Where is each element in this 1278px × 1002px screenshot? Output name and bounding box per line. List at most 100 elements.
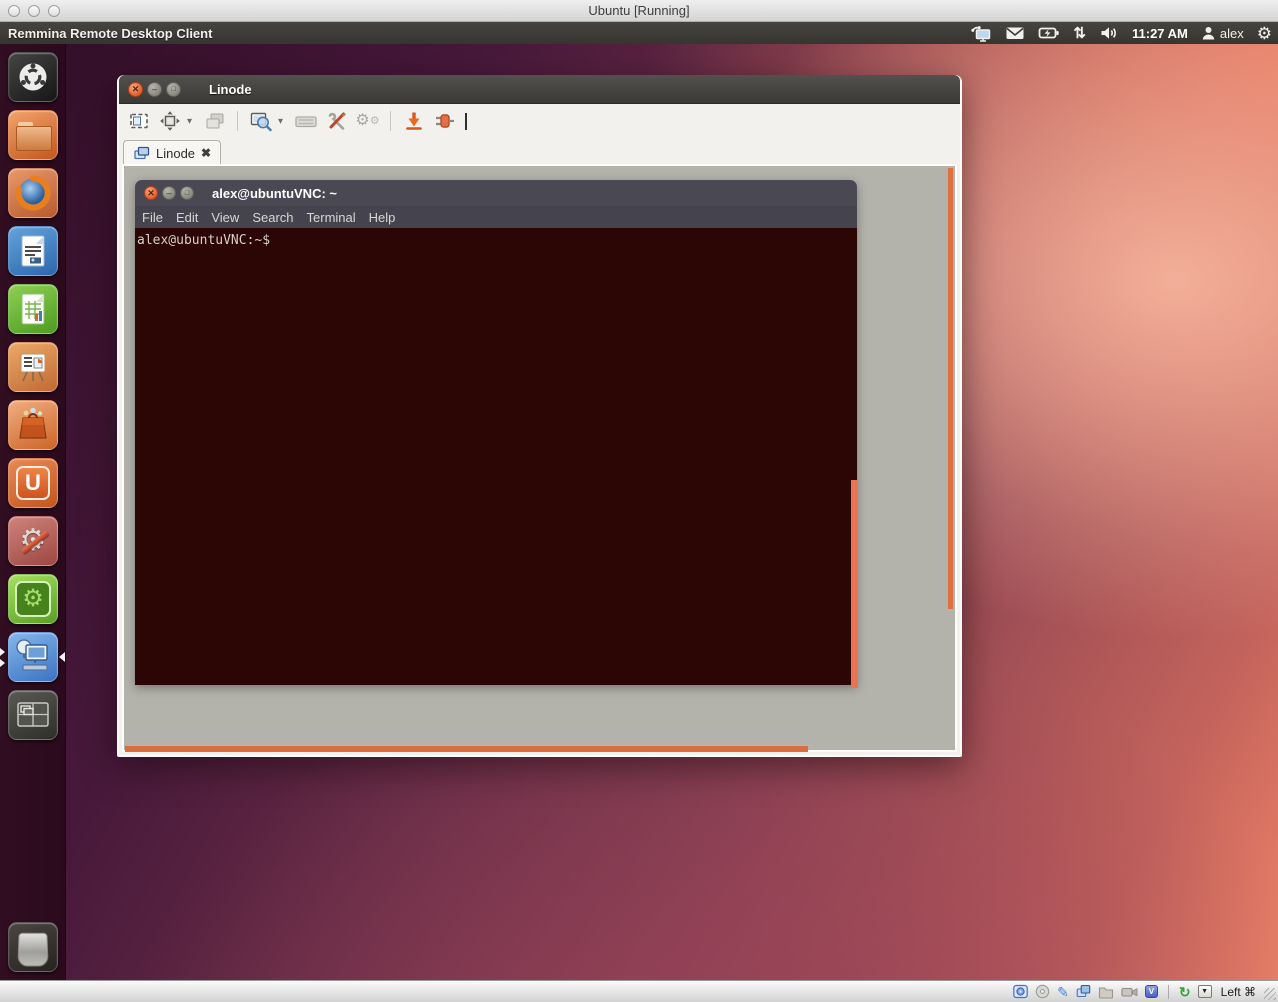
menu-search[interactable]: Search — [252, 210, 293, 225]
disconnect-plug-icon — [433, 110, 457, 132]
launcher-item-workspace-switcher[interactable] — [8, 690, 58, 740]
remmina-titlebar[interactable]: ✕ – □ Linode — [119, 75, 960, 104]
duplicate-connection-icon — [204, 110, 226, 132]
window-resize-grip[interactable] — [1264, 988, 1276, 1000]
remmina-focused-indicator — [54, 652, 65, 662]
terminal-maximize-button[interactable]: □ — [180, 186, 194, 200]
terminal-content[interactable]: alex@ubuntuVNC:~$ — [135, 228, 857, 685]
ubuntu-top-panel: Remmina Remote Desktop Client — [0, 22, 1278, 44]
duplicate-connection-button[interactable] — [201, 108, 228, 135]
host-key-label: Left ⌘ — [1221, 985, 1256, 999]
user-menu[interactable]: alex — [1201, 25, 1244, 41]
window-minimize-button[interactable]: – — [147, 82, 162, 97]
remote-desktop-viewport[interactable]: ✕ – □ alex@ubuntuVNC: ~ File Edit View S… — [122, 164, 957, 752]
scaled-options-caret[interactable]: ▾ — [278, 116, 288, 127]
redraw-artifact-right-edge — [948, 168, 953, 609]
launcher-item-dash-home[interactable] — [8, 52, 58, 102]
user-name: alex — [1220, 26, 1244, 41]
preferences-button[interactable]: ⚙⚙ — [354, 108, 381, 135]
redraw-artifact-terminal-edge — [851, 480, 858, 688]
fullscreen-icon — [159, 110, 181, 132]
user-icon — [1201, 25, 1216, 41]
remmina-running-indicator — [0, 648, 9, 667]
vm-window-title: Ubuntu [Running] — [0, 3, 1278, 18]
pull-down-button[interactable] — [400, 108, 427, 135]
shared-folders-icon[interactable] — [1098, 985, 1114, 999]
menu-terminal[interactable]: Terminal — [307, 210, 356, 225]
desktop-screen: Ubuntu [Running] Remmina Remote Desktop … — [0, 0, 1278, 1002]
network-adapters-icon[interactable]: ✎ — [1057, 985, 1069, 999]
window-title: Linode — [209, 82, 252, 97]
redraw-artifact-bottom — [125, 746, 808, 752]
optical-drives-icon[interactable] — [1035, 984, 1050, 999]
launcher-item-libreoffice-writer[interactable] — [8, 226, 58, 276]
scaled-mode-button[interactable] — [247, 108, 274, 135]
battery-icon[interactable] — [1038, 24, 1060, 42]
statusbar-separator — [1168, 985, 1169, 999]
vm-window-titlebar: Ubuntu [Running] — [0, 0, 1278, 22]
launcher-item-libreoffice-impress[interactable] — [8, 342, 58, 392]
terminal-menubar: File Edit View Search Terminal Help — [135, 206, 857, 228]
launcher-item-firefox[interactable] — [8, 168, 58, 218]
ubuntu-software-icon: ⚙ — [15, 581, 51, 617]
preferences-gear-icon: ⚙ — [355, 113, 369, 129]
toolbar-separator — [237, 111, 238, 131]
disconnect-button[interactable] — [431, 108, 458, 135]
ubuntu-dash-icon — [14, 58, 52, 96]
menu-edit[interactable]: Edit — [176, 210, 198, 225]
launcher-item-remmina[interactable] — [8, 632, 58, 682]
launcher-item-ubuntu-software-center[interactable] — [8, 400, 58, 450]
tab-close-icon[interactable]: ✖ — [201, 146, 211, 160]
libreoffice-impress-icon — [13, 347, 53, 387]
clock[interactable]: 11:27 AM — [1132, 26, 1188, 41]
display-icon[interactable] — [1076, 984, 1091, 999]
menu-file[interactable]: File — [142, 210, 163, 225]
mouse-integration-icon[interactable]: ↻ — [1179, 985, 1191, 999]
trash-icon — [17, 933, 48, 967]
connection-tab-linode[interactable]: Linode ✖ — [123, 140, 221, 165]
launcher-item-home-folder[interactable] — [8, 110, 58, 160]
menu-view[interactable]: View — [211, 210, 239, 225]
remote-desktop-indicator-icon[interactable] — [970, 24, 992, 42]
shell-prompt: alex@ubuntuVNC:~$ — [137, 233, 270, 248]
terminal-title: alex@ubuntuVNC: ~ — [212, 186, 337, 201]
tools-icon — [325, 109, 349, 133]
terminal-titlebar[interactable]: ✕ – □ alex@ubuntuVNC: ~ — [135, 180, 857, 206]
terminal-window: ✕ – □ alex@ubuntuVNC: ~ File Edit View S… — [135, 180, 857, 685]
launcher-item-system-settings[interactable]: ⚙ — [8, 516, 58, 566]
launcher-item-trash[interactable] — [8, 922, 58, 972]
firefox-icon — [13, 173, 53, 213]
video-capture-icon[interactable] — [1121, 985, 1138, 999]
tools-button[interactable] — [323, 108, 350, 135]
terminal-minimize-button[interactable]: – — [162, 186, 176, 200]
launcher-item-ubuntu-one[interactable]: U — [8, 458, 58, 508]
virtualization-features-icon[interactable]: V — [1145, 985, 1158, 998]
launcher-item-ubuntu-software[interactable]: ⚙ — [8, 574, 58, 624]
window-maximize-button[interactable]: □ — [166, 82, 181, 97]
hard-disks-icon[interactable] — [1013, 984, 1028, 999]
fullscreen-options-caret[interactable]: ▾ — [187, 116, 197, 127]
session-gear-icon[interactable]: ⚙ — [1257, 25, 1272, 42]
mail-icon[interactable] — [1005, 24, 1025, 42]
text-cursor — [465, 113, 467, 130]
toolbar-separator — [390, 111, 391, 131]
grab-keyboard-button[interactable] — [292, 108, 319, 135]
network-arrows-icon[interactable]: ⇅ — [1073, 26, 1086, 41]
fullscreen-button[interactable] — [156, 108, 183, 135]
virtualbox-status-bar: ✎ V ↻ ▼ Left ⌘ — [0, 980, 1278, 1002]
terminal-close-button[interactable]: ✕ — [144, 186, 158, 200]
launcher-item-libreoffice-calc[interactable] — [8, 284, 58, 334]
software-center-bag-icon — [13, 405, 53, 445]
fit-window-button[interactable] — [125, 108, 152, 135]
grab-keyboard-icon — [294, 110, 318, 132]
volume-icon[interactable] — [1099, 24, 1119, 42]
menu-help[interactable]: Help — [369, 210, 396, 225]
keyboard-capture-icon[interactable]: ▼ — [1198, 985, 1212, 998]
window-close-button[interactable]: ✕ — [128, 82, 143, 97]
connection-tab-label: Linode — [156, 146, 195, 161]
remmina-tab-bar: Linode ✖ — [119, 138, 960, 165]
active-app-title: Remmina Remote Desktop Client — [8, 26, 212, 41]
remmina-window: ✕ – □ Linode — [117, 75, 962, 757]
pull-down-arrow-icon — [403, 110, 425, 132]
remmina-icon — [12, 636, 54, 678]
